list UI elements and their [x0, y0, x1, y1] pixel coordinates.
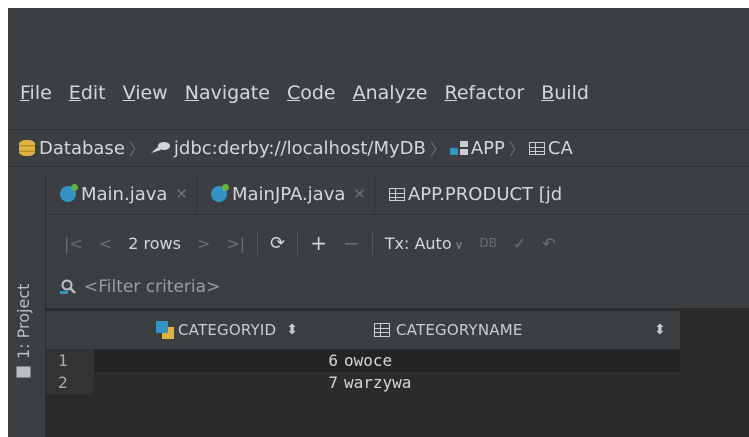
menu-bar: File Edit View Navigate Code Analyze Ref… — [8, 74, 749, 112]
column-header-categoryid[interactable]: CATEGORYID ⬍ — [156, 311, 298, 349]
tab-label: MainJPA.java — [231, 183, 346, 205]
sort-icon[interactable]: ⬍ — [286, 322, 298, 338]
filter-bar: <Filter criteria> — [46, 270, 749, 304]
schema-icon — [449, 141, 468, 155]
tab-mainjpa-java[interactable]: MainJPA.java ✕ — [197, 174, 375, 214]
column-header-label: CATEGORYID — [178, 321, 277, 339]
editor-tabs: Main.java ✕ MainJPA.java ✕ APP.PRODUCT [… — [46, 174, 749, 215]
menu-navigate[interactable]: Navigate — [185, 82, 270, 104]
menu-refactor[interactable]: Refactor — [444, 82, 524, 104]
menu-build[interactable]: Build — [541, 82, 589, 104]
cell-categoryname[interactable]: owoce — [344, 351, 392, 370]
toolbar-divider — [297, 231, 299, 255]
tab-app-product[interactable]: APP.PRODUCT [jd — [375, 174, 570, 214]
breadcrumb-table-label: CA — [547, 137, 573, 159]
cell-categoryname[interactable]: warzywa — [344, 373, 411, 392]
commit-check-icon[interactable]: ✓ — [513, 234, 526, 253]
connection-icon — [150, 142, 170, 153]
add-row-icon[interactable]: + — [310, 231, 327, 255]
cell-categoryid[interactable]: 6 — [328, 351, 338, 370]
chevron-right-icon: 〉 — [128, 140, 145, 159]
result-grid: CATEGORYID ⬍ CATEGORYNAME ⬍ 1 6 owoce 2 … — [46, 308, 749, 437]
breadcrumb: Database 〉 jdbc:derby://localhost/MyDB 〉… — [8, 129, 749, 167]
tab-label: APP.PRODUCT [jd — [407, 183, 563, 205]
table-row[interactable]: 1 6 owoce — [46, 350, 680, 372]
table-row[interactable]: 2 7 warzywa — [46, 372, 680, 394]
java-class-icon — [210, 184, 229, 202]
chevron-right-icon: 〉 — [429, 140, 446, 159]
breadcrumb-schema[interactable]: APP — [449, 137, 505, 159]
chevron-down-icon: ∨ — [454, 237, 464, 252]
previous-page-icon[interactable]: < — [99, 234, 112, 253]
last-page-icon[interactable]: >| — [226, 234, 245, 253]
title-bar — [8, 8, 749, 72]
menu-edit[interactable]: Edit — [69, 82, 106, 104]
filter-criteria-input[interactable]: <Filter criteria> — [84, 277, 220, 297]
data-editor-toolbar: |< < 2 rows > >| ⟳ + − Tx: Auto ∨ DB ✓ ↶ — [46, 224, 749, 262]
breadcrumb-database[interactable]: Database — [8, 138, 125, 159]
table-icon — [528, 141, 545, 155]
delete-row-icon[interactable]: − — [343, 231, 360, 255]
breadcrumb-database-label: Database — [39, 137, 125, 159]
tab-label: Main.java — [81, 183, 168, 205]
primary-key-column-icon — [156, 321, 174, 339]
column-header-categoryname[interactable]: CATEGORYNAME — [374, 311, 523, 349]
project-tool-tab[interactable]: 1: Project — [14, 284, 33, 379]
submit-db-icon[interactable]: DB — [479, 236, 496, 250]
tool-window-sidebar: 1: Project — [8, 174, 46, 437]
toolbar-divider — [371, 231, 373, 255]
row-count-label[interactable]: 2 rows — [128, 234, 181, 253]
ide-window: File Edit View Navigate Code Analyze Ref… — [8, 8, 749, 437]
folder-icon — [16, 366, 31, 378]
refresh-icon[interactable]: ⟳ — [270, 233, 285, 254]
breadcrumb-schema-label: APP — [470, 137, 505, 159]
sort-icon[interactable]: ⬍ — [654, 311, 666, 349]
next-page-icon[interactable]: > — [197, 234, 210, 253]
cell-categoryid[interactable]: 7 — [328, 373, 338, 392]
chevron-right-icon: 〉 — [508, 140, 525, 159]
close-icon[interactable]: ✕ — [353, 185, 366, 203]
row-number: 1 — [58, 351, 68, 370]
menu-file[interactable]: File — [20, 82, 52, 104]
column-header-label: CATEGORYNAME — [396, 321, 523, 339]
breadcrumb-table[interactable]: CA — [528, 137, 573, 159]
breadcrumb-connection-label: jdbc:derby://localhost/MyDB — [173, 137, 426, 159]
java-class-icon — [60, 184, 78, 202]
first-page-icon[interactable]: |< — [64, 234, 83, 253]
transaction-mode-label: Tx: Auto — [384, 233, 452, 253]
breadcrumb-connection[interactable]: jdbc:derby://localhost/MyDB — [149, 138, 426, 159]
table-icon — [388, 187, 405, 201]
menu-code[interactable]: Code — [287, 82, 336, 104]
filter-icon — [60, 279, 76, 294]
toolbar-divider — [257, 231, 259, 255]
close-icon[interactable]: ✕ — [175, 185, 188, 203]
menu-view[interactable]: View — [123, 82, 168, 104]
grid-header: CATEGORYID ⬍ CATEGORYNAME ⬍ — [46, 311, 680, 349]
transaction-mode-dropdown[interactable]: Tx: Auto ∨ — [385, 234, 464, 253]
menu-analyze[interactable]: Analyze — [353, 82, 428, 104]
tab-main-java[interactable]: Main.java ✕ — [46, 174, 197, 214]
row-number: 2 — [58, 373, 68, 392]
database-icon — [19, 140, 35, 156]
rollback-icon[interactable]: ↶ — [542, 234, 555, 253]
project-tool-tab-label: 1: Project — [14, 283, 33, 359]
column-icon — [374, 323, 390, 337]
